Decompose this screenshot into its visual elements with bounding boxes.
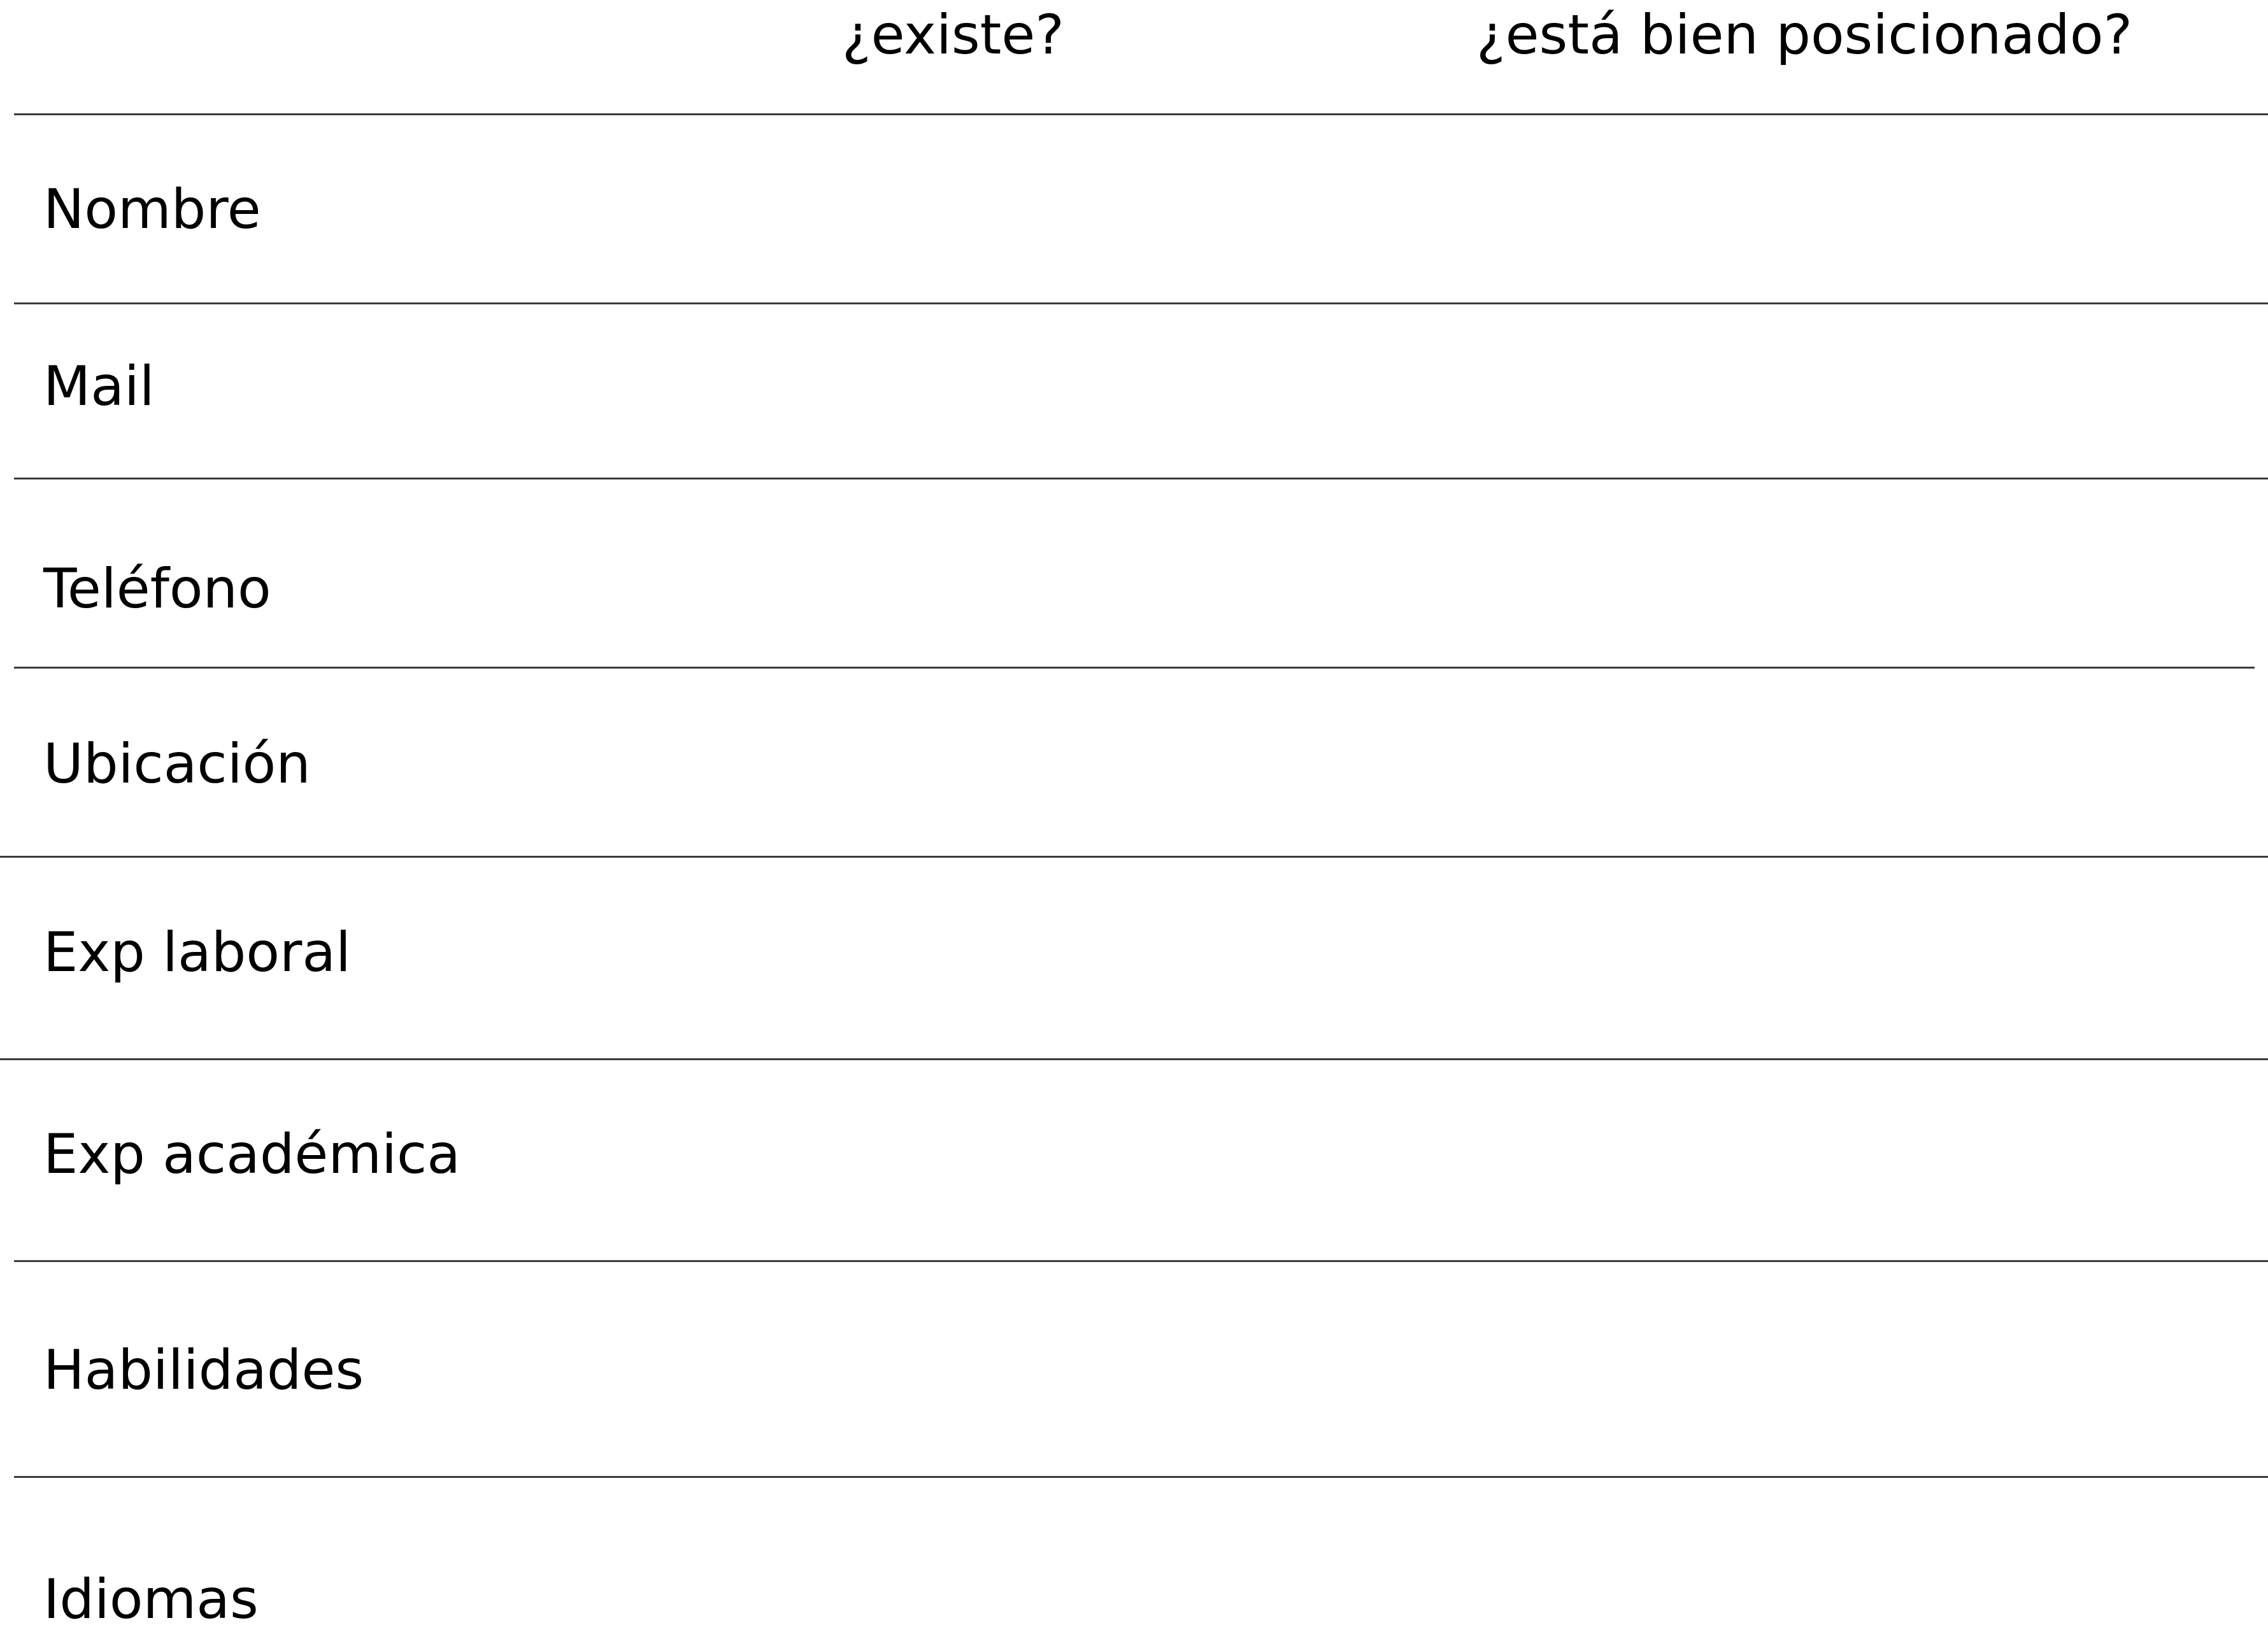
row-label-nombre: Nombre xyxy=(43,178,261,241)
row-divider xyxy=(0,856,2268,858)
header-divider xyxy=(14,113,2268,115)
row-divider xyxy=(14,1476,2268,1478)
row-divider xyxy=(14,1260,2268,1262)
row-label-idiomas: Idiomas xyxy=(43,1568,259,1631)
row-divider xyxy=(14,478,2268,479)
row-label-ubicacion: Ubicación xyxy=(43,732,311,796)
column-header-well-positioned: ¿está bien posicionado? xyxy=(1476,3,2133,67)
row-label-exp-laboral: Exp laboral xyxy=(43,921,351,984)
row-divider xyxy=(14,667,2255,669)
row-label-habilidades: Habilidades xyxy=(43,1338,364,1402)
row-divider xyxy=(0,1058,2268,1060)
row-label-mail: Mail xyxy=(43,355,155,418)
row-divider xyxy=(14,302,2268,304)
row-label-exp-academica: Exp académica xyxy=(43,1123,460,1186)
row-label-telefono: Teléfono xyxy=(43,557,271,621)
column-header-exists: ¿existe? xyxy=(842,3,1064,67)
checklist-table: ¿existe? ¿está bien posicionado? Nombre … xyxy=(0,0,2268,1639)
